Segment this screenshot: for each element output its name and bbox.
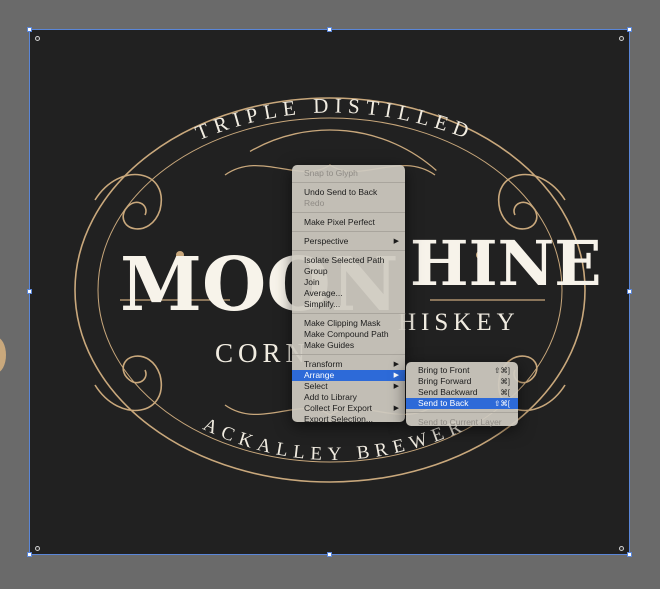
title-right: HINE [410,227,602,300]
handle-bottom-left[interactable] [27,552,32,557]
submenu-arrow-icon: ▶ [393,372,399,379]
flourish-left-bottom [94,355,163,412]
menu-item-export-selection[interactable]: Export Selection... [292,414,405,425]
menu-item-label: Send to Back [418,398,469,408]
menu-item-label: Make Guides [304,340,355,350]
handle-top-right[interactable] [627,27,632,32]
arrange-submenu: Bring to Front ⇧⌘] Bring Forward ⌘] Send Bac… [406,362,518,428]
menu-item-label: Join [304,277,320,287]
menu-item-shortcut: ⇧⌘] [494,366,510,375]
handle-bottom-right[interactable] [627,552,632,557]
menu-item-make-pixel-perfect[interactable]: Make Pixel Perfect [292,217,405,228]
menu-item-simplify[interactable]: Simplify... [292,299,405,310]
anchor-point[interactable] [619,36,624,41]
menu-item-label: Send Backward [418,387,478,397]
menu-item-label: Make Pixel Perfect [304,217,375,227]
menu-item-join[interactable]: Join [292,277,405,288]
menu-item-send-backward[interactable]: Send Backward ⌘[ [406,387,518,398]
menu-item-arrange[interactable]: Arrange ▶ [292,370,405,381]
menu-item-snap-to-glyph: Snap to Glyph [292,168,405,179]
menu-item-label: Simplify... [304,299,341,309]
submenu-arrow-icon: ▶ [393,405,399,412]
menu-item-label: Redo [304,198,325,208]
arc-top-text: TRIPLE DISTILLED [192,93,478,145]
menu-item-label: Make Compound Path [304,329,389,339]
menu-item-redo: Redo [292,198,405,209]
menu-item-label: Export Selection... [304,414,373,424]
menu-item-make-compound-path[interactable]: Make Compound Path [292,329,405,340]
menu-item-bring-to-front[interactable]: Bring to Front ⇧⌘] [406,365,518,376]
menu-item-label: Group [304,266,328,276]
menu-item-perspective[interactable]: Perspective ▶ [292,236,405,247]
submenu-arrow-icon: ▶ [393,238,399,245]
context-menu: Snap to Glyph Undo Send to Back Redo Make P… [292,165,405,425]
submenu-arrow-icon: ▶ [393,383,399,390]
menu-item-label: Transform [304,359,343,369]
menu-item-label: Add to Library [304,392,357,402]
menu-item-isolate-selected-path[interactable]: Isolate Selected Path [292,255,405,266]
handle-bottom-middle[interactable] [327,552,332,557]
menu-item-transform[interactable]: Transform ▶ [292,359,405,370]
menu-separator [292,212,405,213]
menu-item-send-to-back[interactable]: Send to Back ⇧⌘[ [406,398,518,409]
menu-item-send-to-current-layer: Send to Current Layer [406,417,518,428]
menu-item-label: Bring to Front [418,365,470,375]
menu-item-shortcut: ⇧⌘[ [494,399,510,408]
menu-item-label: Arrange [304,370,335,380]
handle-middle-right[interactable] [627,289,632,294]
menu-item-label: Undo Send to Back [304,187,378,197]
handle-top-left[interactable] [27,27,32,32]
menu-separator [292,354,405,355]
menu-item-label: Isolate Selected Path [304,255,385,265]
menu-item-select[interactable]: Select ▶ [292,381,405,392]
menu-separator [292,313,405,314]
menu-separator [292,250,405,251]
menu-item-make-guides[interactable]: Make Guides [292,340,405,351]
menu-item-add-to-library[interactable]: Add to Library [292,392,405,403]
menu-item-label: Collect For Export [304,403,373,413]
menu-item-label: Make Clipping Mask [304,318,381,328]
menu-separator [406,412,518,413]
menu-item-undo-send-to-back[interactable]: Undo Send to Back [292,187,405,198]
menu-item-bring-forward[interactable]: Bring Forward ⌘] [406,376,518,387]
flourish-left-top [94,173,163,230]
anchor-point[interactable] [35,36,40,41]
menu-item-label: Perspective [304,236,349,246]
menu-item-label: Bring Forward [418,376,472,386]
menu-item-label: Select [304,381,328,391]
menu-separator [292,231,405,232]
menu-item-label: Snap to Glyph [304,168,358,178]
submenu-arrow-icon: ▶ [393,361,399,368]
menu-separator [292,182,405,183]
menu-item-label: Average... [304,288,343,298]
anchor-point[interactable] [35,546,40,551]
menu-item-group[interactable]: Group [292,266,405,277]
menu-item-make-clipping-mask[interactable]: Make Clipping Mask [292,318,405,329]
menu-item-shortcut: ⌘] [500,377,510,386]
handle-middle-left[interactable] [27,289,32,294]
anchor-point[interactable] [619,546,624,551]
menu-item-label: Send to Current Layer [418,417,502,427]
menu-item-shortcut: ⌘[ [500,388,510,397]
flourish-right-top [497,173,566,230]
handle-top-middle[interactable] [327,27,332,32]
subtitle-right: HISKEY [398,309,520,336]
menu-item-average[interactable]: Average... [292,288,405,299]
menu-item-collect-for-export[interactable]: Collect For Export ▶ [292,403,405,414]
